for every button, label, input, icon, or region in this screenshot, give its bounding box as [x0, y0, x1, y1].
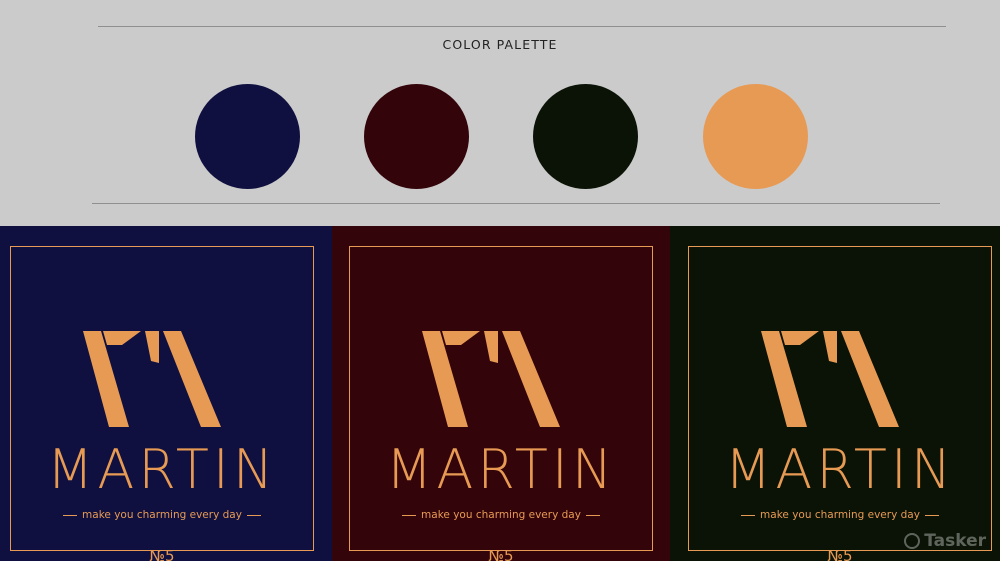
- logo-panel-dark-green: MARTIN make you charming every day №5 Ta…: [670, 226, 1000, 561]
- panel-frame: MARTIN make you charming every day №5: [688, 246, 992, 561]
- swatch-navy: [195, 84, 300, 189]
- brand-wordmark: MARTIN: [385, 438, 617, 501]
- product-number: №5: [488, 547, 514, 561]
- panel-frame: MARTIN make you charming every day №5: [10, 246, 314, 561]
- swatch-orange: [703, 84, 808, 189]
- watermark: Tasker: [904, 531, 986, 551]
- product-number: №5: [149, 547, 175, 561]
- swatch-maroon: [364, 84, 469, 189]
- brand-tagline: make you charming every day: [11, 509, 313, 521]
- color-palette-section: COLOR PALETTE: [0, 0, 1000, 226]
- brand-tagline: make you charming every day: [350, 509, 652, 521]
- swatch-dark-green: [533, 84, 638, 189]
- martin-logo-icon: [83, 331, 221, 427]
- top-divider: [98, 26, 946, 27]
- brand-wordmark: MARTIN: [46, 438, 278, 501]
- panel-frame: MARTIN make you charming every day №5: [349, 246, 653, 561]
- brand-wordmark: MARTIN: [724, 438, 956, 501]
- palette-title: COLOR PALETTE: [442, 37, 558, 52]
- logo-panel-navy: MARTIN make you charming every day №5: [0, 226, 332, 561]
- watermark-logo-icon: [904, 533, 921, 549]
- brand-tagline: make you charming every day: [689, 509, 991, 521]
- logo-panel-maroon: MARTIN make you charming every day №5: [332, 226, 670, 561]
- bottom-divider: [92, 203, 940, 204]
- martin-logo-icon: [761, 331, 899, 427]
- martin-logo-icon: [422, 331, 560, 427]
